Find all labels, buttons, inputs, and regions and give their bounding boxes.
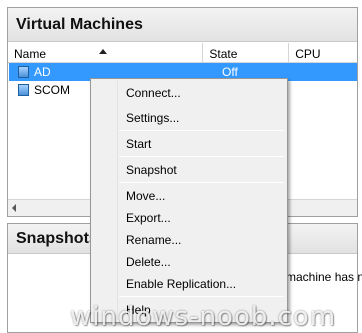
menu-item-enable-replication[interactable]: Enable Replication...: [126, 275, 236, 293]
menu-item-snapshot[interactable]: Snapshot: [126, 161, 177, 179]
column-header-state[interactable]: State: [203, 43, 290, 63]
vm-state: Off: [222, 65, 238, 79]
menu-icon-gutter: [117, 81, 118, 320]
column-header-row: Name State CPU Usage: [8, 43, 357, 75]
column-header-name[interactable]: Name: [8, 43, 204, 63]
menu-item-move[interactable]: Move...: [126, 187, 165, 205]
scroll-left-arrow-icon[interactable]: [12, 204, 16, 212]
column-header-name-label: Name: [14, 47, 47, 61]
menu-separator: [119, 156, 284, 157]
context-menu: Connect... Settings... Start Snapshot Mo…: [90, 78, 288, 323]
virtual-machines-title: Virtual Machines: [8, 8, 357, 42]
watermark: windows-noob.com: [70, 302, 337, 332]
snapshots-empty-message: machine has no: [286, 270, 362, 284]
menu-item-connect[interactable]: Connect...: [126, 84, 181, 102]
menu-separator: [119, 296, 284, 297]
virtual-machine-icon: [18, 84, 29, 96]
virtual-machine-icon: [18, 66, 29, 78]
vm-name: AD: [34, 65, 51, 79]
menu-item-rename[interactable]: Rename...: [126, 231, 181, 249]
menu-item-settings[interactable]: Settings...: [126, 109, 179, 127]
sort-ascending-icon: [99, 49, 107, 54]
menu-separator: [119, 130, 284, 131]
column-header-cpu-usage[interactable]: CPU Usage: [289, 43, 357, 75]
menu-item-start[interactable]: Start: [126, 135, 151, 153]
menu-separator: [119, 182, 284, 183]
menu-item-export[interactable]: Export...: [126, 209, 171, 227]
menu-item-delete[interactable]: Delete...: [126, 253, 171, 271]
